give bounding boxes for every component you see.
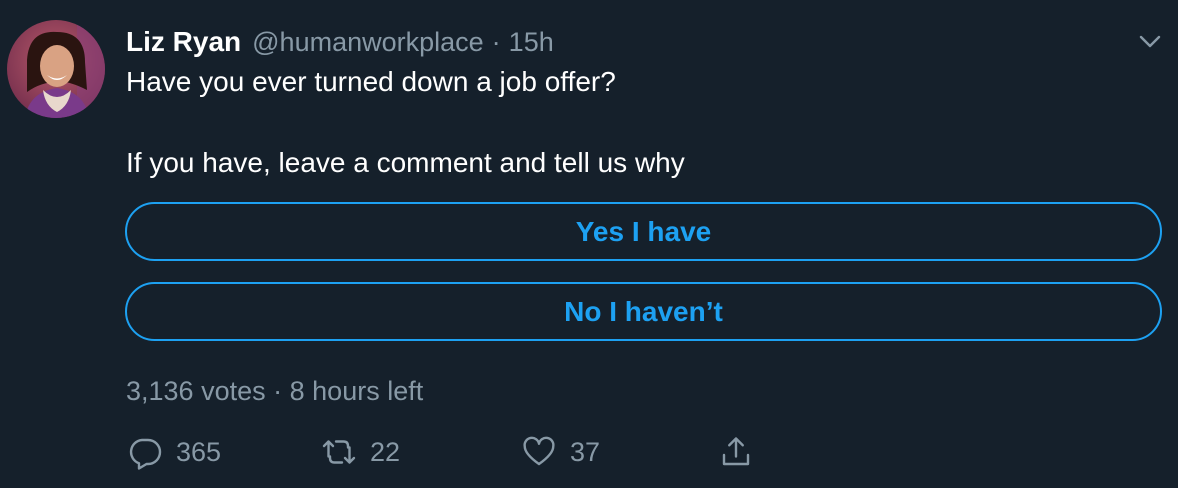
timestamp[interactable]: 15h xyxy=(509,27,554,58)
poll-option-no[interactable]: No I haven’t xyxy=(125,282,1162,341)
retweet-count: 22 xyxy=(370,436,401,467)
tweet-header: Liz Ryan @humanworkplace · 15h xyxy=(126,22,554,62)
avatar[interactable] xyxy=(7,20,105,118)
chevron-down-icon xyxy=(1139,35,1161,48)
tweet-text-line-2: If you have, leave a comment and tell us… xyxy=(126,147,685,178)
tweet[interactable]: Liz Ryan @humanworkplace · 15h Have you … xyxy=(0,0,1178,488)
reply-button[interactable]: 365 xyxy=(126,432,221,472)
share-button[interactable] xyxy=(717,432,755,472)
poll-votes: 3,136 votes xyxy=(126,376,266,406)
like-button[interactable]: 37 xyxy=(520,432,600,472)
header-separator: · xyxy=(491,26,501,57)
like-count: 37 xyxy=(570,436,601,467)
profile-photo xyxy=(7,20,105,118)
poll-time-left: 8 hours left xyxy=(289,376,424,406)
retweet-icon xyxy=(320,433,358,471)
tweet-text-line-1: Have you ever turned down a job offer? xyxy=(126,66,616,97)
poll-meta-separator: · xyxy=(273,376,283,406)
retweet-button[interactable]: 22 xyxy=(320,432,400,472)
reply-icon xyxy=(126,433,164,471)
author-name[interactable]: Liz Ryan xyxy=(126,26,241,58)
heart-icon xyxy=(520,433,558,471)
more-options-button[interactable] xyxy=(1132,24,1168,60)
poll-meta: 3,136 votes · 8 hours left xyxy=(126,373,423,409)
author-handle[interactable]: @humanworkplace xyxy=(252,27,484,58)
reply-count: 365 xyxy=(176,436,222,467)
poll-option-yes[interactable]: Yes I have xyxy=(125,202,1162,261)
share-icon xyxy=(717,433,755,471)
